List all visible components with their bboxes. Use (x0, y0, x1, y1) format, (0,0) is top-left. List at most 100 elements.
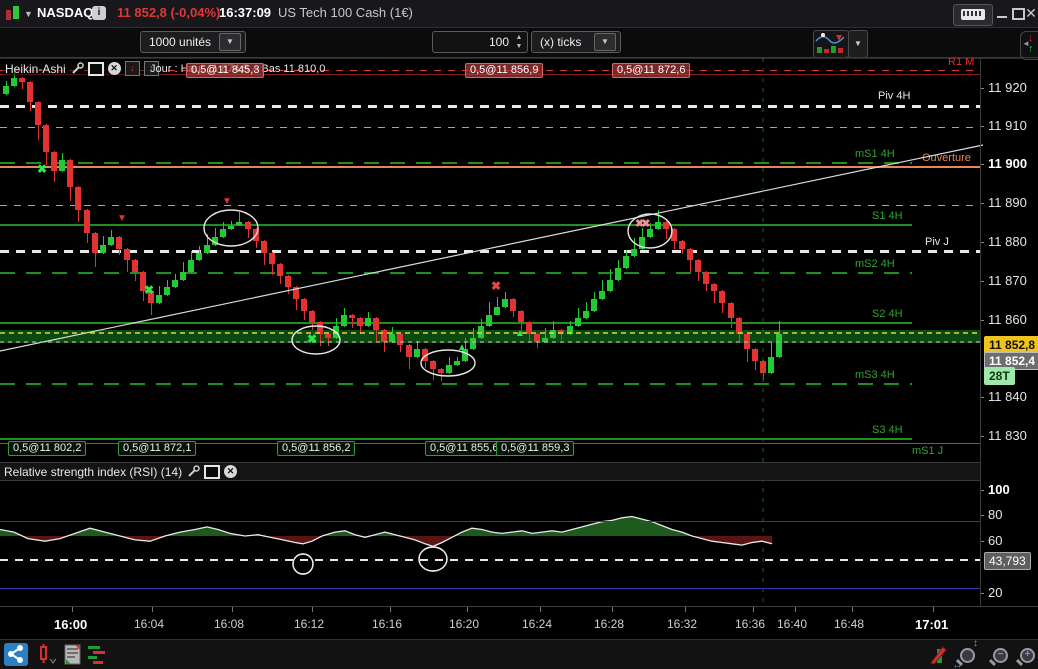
candle (317, 322, 323, 334)
time-axis-label: 16:24 (522, 617, 553, 631)
edit-chart-button[interactable] (927, 643, 951, 666)
candle (124, 248, 130, 261)
minimize-button[interactable] (995, 4, 1009, 22)
time-axis-tick (795, 607, 796, 612)
candle (285, 275, 291, 288)
wrench-icon[interactable] (70, 62, 84, 75)
pivot-level-line (0, 322, 912, 324)
sell-arrow-icon[interactable]: ↓ (124, 61, 140, 76)
order-badge[interactable]: 0,5@11 859,3 (496, 441, 575, 456)
volume-profile-button[interactable] (86, 643, 110, 666)
indicator-dropdown-arrow[interactable]: ▼ (848, 30, 868, 58)
candle (325, 333, 331, 338)
candle (510, 299, 516, 311)
pivot-level-line (0, 438, 912, 440)
tick-unit-dropdown[interactable]: (x) ticks ▼ (531, 31, 621, 53)
candle (341, 314, 347, 327)
order-badge[interactable]: 0,5@11 872,6 (612, 63, 691, 78)
candle (736, 318, 742, 334)
ellipse-drawing[interactable] (292, 553, 314, 575)
candle (438, 368, 444, 373)
candle (188, 260, 194, 272)
share-icon (8, 645, 23, 663)
chart-style-button[interactable] (36, 643, 60, 666)
order-badge[interactable]: 0,5@11 802,2 (8, 441, 87, 456)
order-badge[interactable]: 0,5@11 856,2 (277, 441, 356, 456)
keyboard-icon[interactable] (953, 4, 993, 26)
time-axis-label: 16:12 (294, 617, 325, 631)
close-icon[interactable]: ✕ (224, 465, 238, 478)
candlestick-icon (5, 6, 21, 21)
order-badge[interactable]: 0,5@11 845,3 (186, 63, 265, 78)
tick-count-spinner[interactable]: 100 ▲ ▼ (432, 31, 528, 53)
candle (67, 159, 73, 187)
share-button[interactable] (4, 643, 28, 666)
orders-log-button[interactable] (62, 643, 86, 666)
candle (478, 326, 484, 338)
wrench-icon[interactable] (186, 465, 200, 478)
candle (687, 248, 693, 261)
candle (567, 326, 573, 334)
add-indicator-button[interactable] (813, 30, 849, 58)
order-panel-toggle[interactable]: ◄ ↓ ↑ (1020, 31, 1038, 60)
order-badge[interactable]: 0,5@11 872,1 (118, 441, 197, 456)
background-color-icon[interactable] (204, 464, 221, 479)
maximize-button[interactable] (1010, 4, 1025, 22)
axis-separator (980, 57, 981, 607)
title-bar: ▼ NASDAQ i 11 852,8 (-0,04%) 16:37:09 US… (0, 0, 1038, 28)
time-axis-tick (685, 607, 686, 612)
time-axis-label: 16:08 (214, 617, 245, 631)
buy-arrow-marker: ▲ (457, 342, 467, 353)
candle (639, 237, 645, 249)
candle (502, 299, 508, 307)
chevron-down-icon: ▼ (219, 33, 241, 51)
spinner-arrows-icon[interactable]: ▲ ▼ (513, 33, 525, 51)
candle (711, 283, 717, 292)
candle (92, 233, 98, 253)
pivot-level-label: mS3 4H (855, 369, 895, 381)
candle (663, 221, 669, 230)
close-button[interactable]: ✕ (1024, 4, 1038, 22)
candle (245, 221, 251, 230)
price-axis-label: 11 890 (988, 195, 1027, 210)
order-badge[interactable]: 0,5@11 855,6 (425, 441, 504, 456)
zoom-fit-icon[interactable]: ↕ ↔ (953, 638, 979, 669)
close-icon[interactable]: ✕ (107, 62, 121, 75)
symbol-name[interactable]: NASDAQ (37, 5, 93, 20)
pivot-level-label: Piv J (925, 236, 949, 248)
open-position-band (0, 330, 980, 343)
candle (470, 337, 476, 350)
time-axis-label: 16:32 (667, 617, 698, 631)
candle (446, 364, 452, 373)
candle (108, 237, 114, 245)
rsi-axis-label: 60 (988, 533, 1003, 548)
time-axis-tick (753, 607, 754, 612)
price-axis-label: 11 920 (988, 80, 1027, 95)
rsi-title: Relative strength index (RSI) (14) (4, 464, 183, 479)
candle (277, 264, 283, 276)
candle (27, 82, 33, 102)
candle (558, 329, 564, 334)
time-axis-tick (933, 607, 934, 612)
candle (607, 279, 613, 292)
candle (164, 287, 170, 296)
ellipse-drawing[interactable] (292, 553, 314, 575)
candle (236, 221, 242, 226)
candle (132, 260, 138, 272)
chevron-down-icon: ▼ (594, 33, 616, 51)
candle (768, 357, 774, 373)
zoom-out-icon[interactable]: − (993, 648, 1008, 663)
chevron-down-icon[interactable]: ▼ (24, 9, 33, 19)
background-color-icon[interactable] (87, 61, 104, 76)
candle (703, 271, 709, 284)
time-axis[interactable]: 16:00 16:04 16:08 16:12 16:16 16:20 16:24 16:28… (0, 607, 1038, 638)
sell-x-pair-marker: ✖✖ (635, 218, 651, 230)
candle (84, 210, 90, 234)
units-dropdown[interactable]: 1000 unités ▼ (140, 31, 246, 53)
candle (631, 248, 637, 257)
zoom-in-icon[interactable]: + (1020, 648, 1035, 663)
info-icon[interactable]: i (92, 6, 106, 20)
chart-type-header: Heikin-Ashi ✕ ↓ ↑ (3, 61, 161, 76)
last-price-change: 11 852,8 (-0,04%) (117, 5, 221, 20)
order-badge[interactable]: 0,5@11 856,9 (465, 63, 544, 78)
